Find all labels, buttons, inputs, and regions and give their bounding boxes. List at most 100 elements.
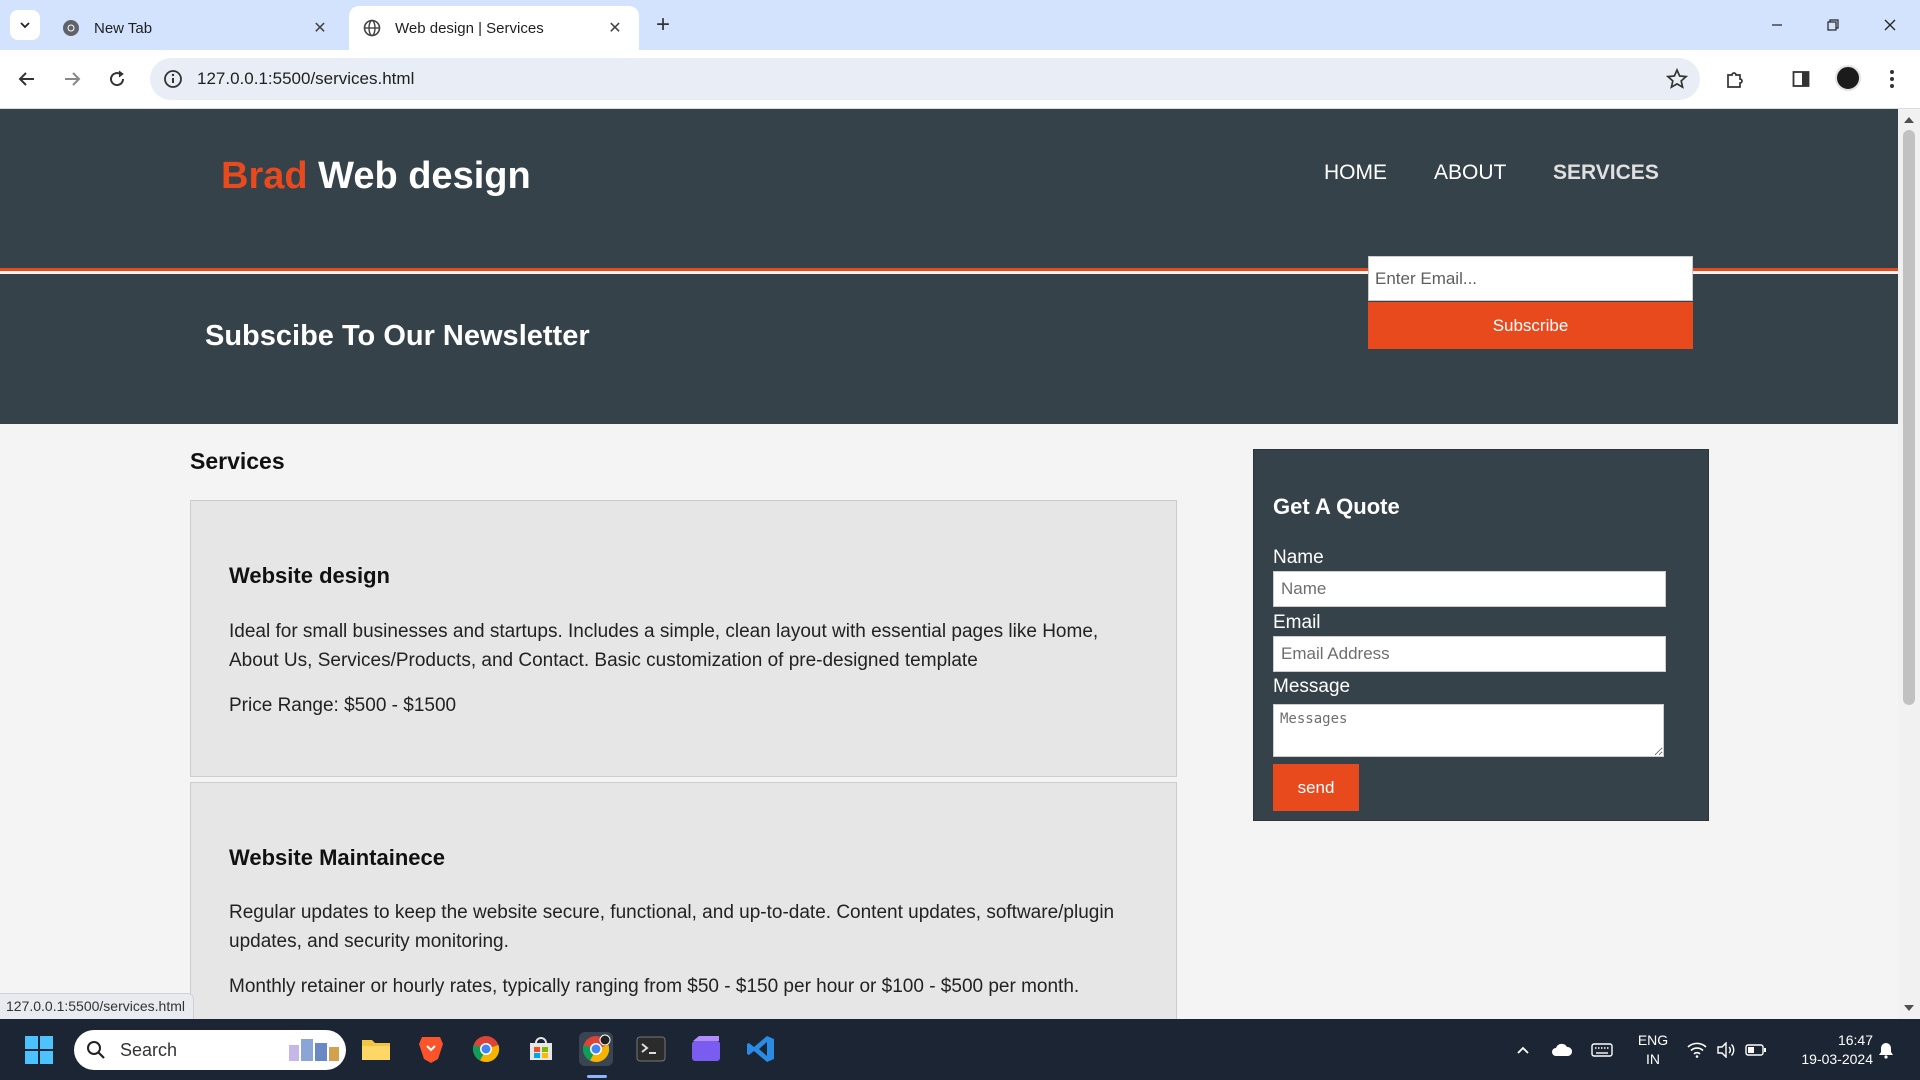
site-info-icon[interactable] <box>162 68 184 90</box>
service-description: Regular updates to keep the website secu… <box>229 902 1115 952</box>
tab-close-button[interactable]: ✕ <box>310 18 330 38</box>
keyboard-icon[interactable] <box>1591 1039 1613 1061</box>
chrome-profile-icon <box>582 1034 611 1063</box>
taskbar-chrome-profile[interactable] <box>579 1032 613 1066</box>
logo-text: Web design <box>318 155 531 197</box>
chrome-icon <box>63 20 79 36</box>
tab-title: New Tab <box>94 19 153 37</box>
quote-form: Get A Quote Name Email Message send <box>1253 449 1709 821</box>
service-price: Monthly retainer or hourly rates, typica… <box>229 976 1080 997</box>
service-price: Price Range: $500 - $1500 <box>229 695 457 716</box>
page-scrollbar[interactable] <box>1898 109 1920 1019</box>
taskbar-search-box[interactable]: Search <box>74 1030 346 1070</box>
address-url: 127.0.0.1:5500/services.html <box>197 69 415 88</box>
quote-email-input[interactable] <box>1273 636 1666 672</box>
profile-avatar[interactable] <box>1835 65 1861 91</box>
taskbar-store[interactable] <box>524 1032 558 1066</box>
folder-icon <box>362 1040 390 1060</box>
reload-button[interactable] <box>101 63 133 95</box>
site-header: Brad Web design HOME ABOUT SERVICES <box>0 109 1898 271</box>
reload-icon <box>110 70 125 87</box>
email-label: Email <box>1273 612 1321 633</box>
wifi-icon[interactable] <box>1686 1039 1708 1061</box>
logo-highlight: Brad <box>221 155 308 197</box>
terminal-icon <box>636 1036 666 1062</box>
taskbar-brave[interactable] <box>414 1032 448 1066</box>
taskbar-file-explorer[interactable] <box>359 1032 393 1066</box>
minimize-icon <box>1772 24 1782 26</box>
video-editor-icon <box>692 1036 720 1061</box>
restore-button[interactable] <box>1813 10 1853 40</box>
globe-icon <box>363 19 381 37</box>
onedrive-cloud-icon[interactable] <box>1551 1039 1573 1061</box>
tab-web-design-services[interactable]: Web design | Services ✕ <box>349 6 639 50</box>
kebab-menu-icon <box>1890 70 1894 88</box>
language-code: ENG <box>1637 1032 1669 1048</box>
bookmark-star-icon[interactable] <box>1666 68 1688 90</box>
store-bag-icon <box>530 1037 552 1060</box>
brave-lion-icon <box>419 1037 443 1063</box>
message-label: Message <box>1273 676 1351 697</box>
service-title: Website design <box>229 563 390 588</box>
system-clock[interactable]: 16:47 19-03-2024 <box>1779 1031 1873 1069</box>
tray-overflow-chevron-icon[interactable] <box>1512 1039 1534 1061</box>
volume-icon[interactable] <box>1715 1039 1737 1061</box>
active-app-indicator <box>587 1075 607 1078</box>
battery-icon[interactable] <box>1745 1039 1767 1061</box>
address-bar[interactable]: 127.0.0.1:5500/services.html <box>150 58 1700 100</box>
site-logo[interactable]: Brad Web design <box>221 155 531 198</box>
services-heading: Services <box>190 448 285 474</box>
tab-close-button[interactable]: ✕ <box>605 18 625 38</box>
side-panel-icon <box>1792 71 1810 87</box>
quote-name-input[interactable] <box>1273 571 1666 607</box>
extensions-button[interactable] <box>1719 63 1751 95</box>
service-card: Website design Ideal for small businesse… <box>190 500 1177 777</box>
windows-start-icon[interactable] <box>24 1035 54 1065</box>
search-icon <box>87 1041 105 1059</box>
quote-title: Get A Quote <box>1273 494 1400 519</box>
tab-search-dropdown-button[interactable] <box>10 10 40 40</box>
tab-new-tab[interactable]: New Tab ✕ <box>48 6 344 50</box>
forward-button[interactable] <box>56 63 88 95</box>
service-card: Website Maintainece Regular updates to k… <box>190 782 1177 1019</box>
name-label: Name <box>1273 547 1324 568</box>
taskbar-clipchamp[interactable] <box>689 1032 723 1066</box>
nav-link-about[interactable]: ABOUT <box>1434 161 1506 185</box>
nav-link-services[interactable]: SERVICES <box>1553 161 1659 185</box>
scroll-up-arrow-icon[interactable] <box>1904 117 1914 123</box>
browser-tab-bar: New Tab ✕ Web design | Services ✕ + <box>0 0 1920 50</box>
subscribe-button[interactable]: Subscribe <box>1368 302 1693 349</box>
close-window-button[interactable] <box>1870 10 1910 40</box>
puzzle-icon <box>1727 72 1743 88</box>
service-description: Ideal for small businesses and startups.… <box>229 621 1099 671</box>
clock-date: 19-03-2024 <box>1801 1051 1873 1067</box>
newsletter-title: Subscibe To Our Newsletter <box>205 320 590 352</box>
notification-bell-icon[interactable] <box>1875 1039 1897 1061</box>
browser-toolbar: 127.0.0.1:5500/services.html <box>0 50 1920 109</box>
page-viewport: Brad Web design HOME ABOUT SERVICES Subs… <box>0 109 1898 1019</box>
search-highlight-icon <box>289 1039 340 1061</box>
quote-message-textarea[interactable] <box>1273 704 1664 757</box>
service-title: Website Maintainece <box>229 845 445 870</box>
scroll-down-arrow-icon[interactable] <box>1904 1005 1914 1011</box>
restore-icon <box>1827 19 1839 31</box>
new-tab-button[interactable]: + <box>650 11 676 38</box>
vscode-icon <box>747 1036 774 1062</box>
nav-link-home[interactable]: HOME <box>1324 161 1387 185</box>
input-language[interactable]: ENG IN <box>1635 1031 1671 1069</box>
scrollbar-thumb[interactable] <box>1903 130 1915 705</box>
taskbar-vscode[interactable] <box>744 1032 778 1066</box>
close-icon <box>1884 19 1896 31</box>
taskbar-chrome[interactable] <box>469 1032 503 1066</box>
taskbar-terminal[interactable] <box>634 1032 668 1066</box>
back-button[interactable] <box>11 63 43 95</box>
search-label: Search <box>120 1039 178 1060</box>
link-status-bubble: 127.0.0.1:5500/services.html <box>0 993 194 1019</box>
browser-menu-button[interactable] <box>1876 63 1908 95</box>
chevron-down-icon <box>20 22 30 29</box>
arrow-right-icon <box>65 72 81 86</box>
minimize-button[interactable] <box>1757 10 1797 40</box>
send-button[interactable]: send <box>1273 764 1359 811</box>
side-panel-button[interactable] <box>1785 63 1817 95</box>
newsletter-email-input[interactable] <box>1368 256 1693 301</box>
